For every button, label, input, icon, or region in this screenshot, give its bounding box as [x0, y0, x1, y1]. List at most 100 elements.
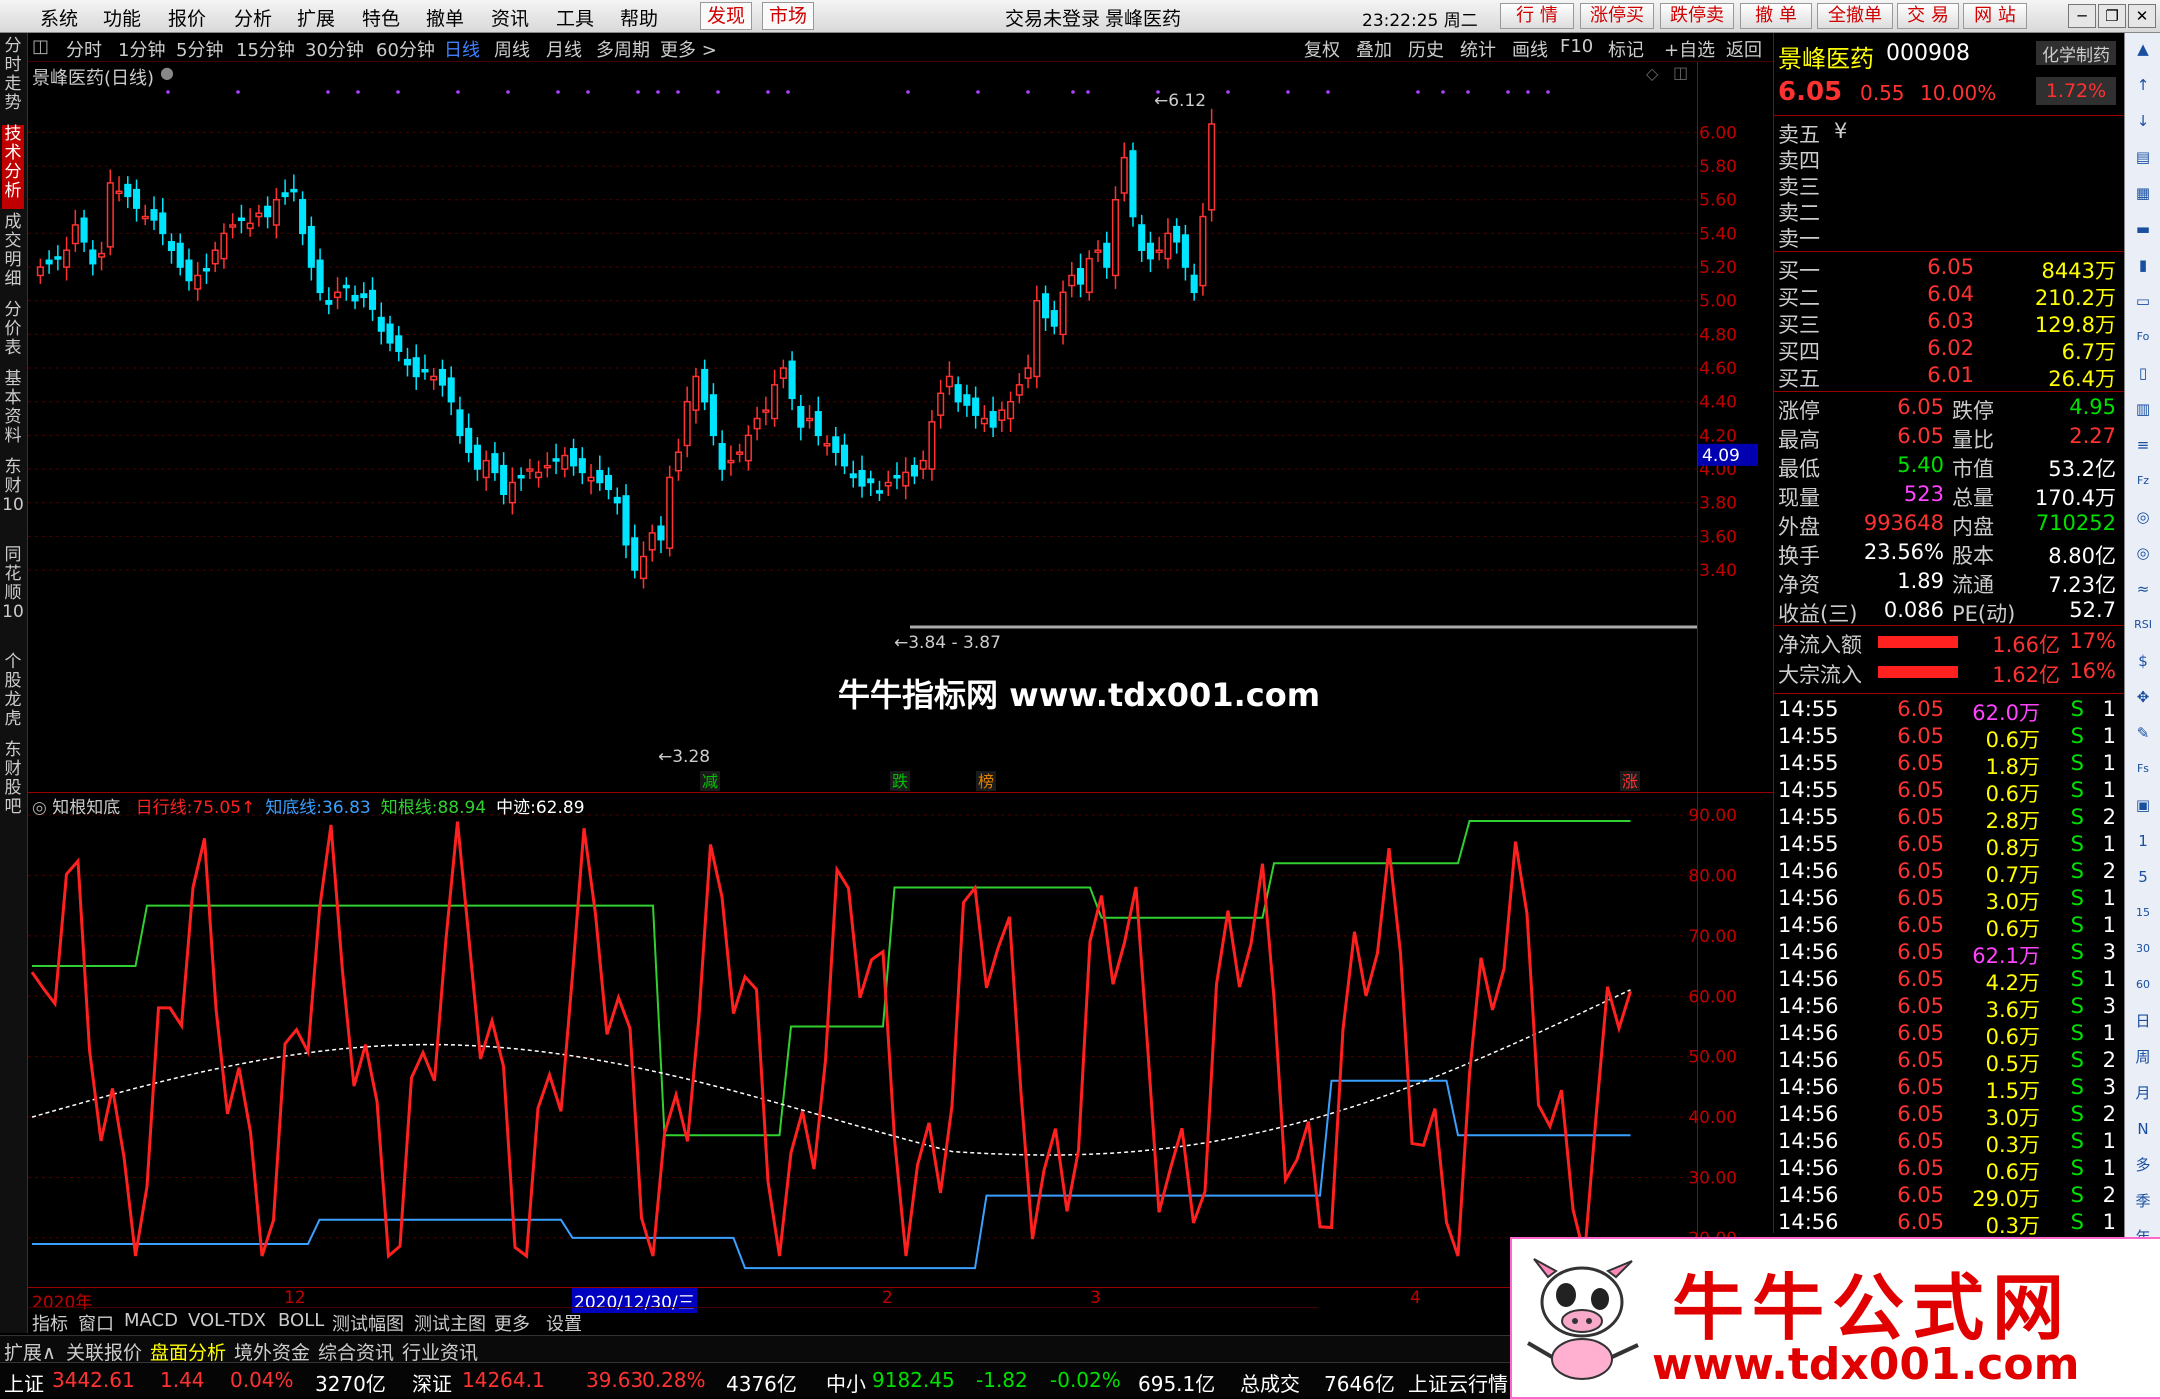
side-tool-icon[interactable]: Fo: [2131, 325, 2155, 349]
bid-row[interactable]: 买四 6.02 6.7万: [1774, 336, 2124, 364]
side-tool-icon[interactable]: ≡: [2131, 433, 2155, 457]
close-icon[interactable]: ✕: [2128, 4, 2156, 28]
side-tool-icon[interactable]: ▬: [2131, 217, 2155, 241]
side-tool-icon[interactable]: ↓: [2131, 109, 2155, 133]
side-tool-icon[interactable]: 周: [2131, 1045, 2155, 1069]
extension-tab[interactable]: 扩展∧: [4, 1338, 56, 1365]
menu-item[interactable]: 分析: [234, 4, 272, 31]
period-tab[interactable]: 1分钟: [118, 36, 165, 62]
chart-tool-button[interactable]: 历史: [1408, 36, 1444, 62]
chart-tool-button[interactable]: F10: [1560, 36, 1593, 57]
menu-item[interactable]: 特色: [362, 4, 400, 31]
chart-tool-button[interactable]: 统计: [1460, 36, 1496, 62]
side-tool-icon[interactable]: ▦: [2131, 181, 2155, 205]
side-tool-icon[interactable]: ▥: [2131, 397, 2155, 421]
ask-row[interactable]: 卖二: [1774, 197, 2124, 225]
bid-row[interactable]: 买五 6.01 26.4万: [1774, 363, 2124, 391]
side-tool-icon[interactable]: 5: [2131, 865, 2155, 889]
indicator-tab[interactable]: 窗口: [78, 1310, 114, 1336]
side-tool-icon[interactable]: ▯: [2131, 361, 2155, 385]
period-tab[interactable]: 30分钟: [305, 36, 364, 62]
left-tab[interactable]: 成交明细: [2, 213, 24, 297]
ask-row[interactable]: 卖三: [1774, 171, 2124, 199]
period-tab[interactable]: 60分钟: [376, 36, 435, 62]
period-tab[interactable]: 月线: [546, 36, 582, 62]
period-tab[interactable]: 15分钟: [236, 36, 295, 62]
period-tab[interactable]: 分时: [66, 36, 102, 62]
bid-row[interactable]: 买二 6.04 210.2万: [1774, 282, 2124, 310]
period-tab[interactable]: 多周期: [596, 36, 650, 62]
period-tab[interactable]: 周线: [494, 36, 530, 62]
indicator-tab[interactable]: 测试主图: [414, 1310, 486, 1336]
side-tool-icon[interactable]: ≈: [2131, 577, 2155, 601]
extension-tab[interactable]: 综合资讯: [318, 1338, 394, 1365]
trade-button[interactable]: 网 站: [1963, 3, 2027, 29]
trade-button[interactable]: 交 易: [1897, 3, 1959, 29]
left-tab[interactable]: 东财股吧: [2, 741, 24, 825]
ad-url[interactable]: www.tdx001.com: [1652, 1339, 2079, 1390]
bid-row[interactable]: 买一 6.05 8443万: [1774, 255, 2124, 283]
side-tool-icon[interactable]: ▤: [2131, 145, 2155, 169]
indicator-tab[interactable]: 设置: [546, 1310, 582, 1336]
menu-item[interactable]: 资讯: [491, 4, 529, 31]
side-tool-icon[interactable]: Fs: [2131, 757, 2155, 781]
left-tab[interactable]: 同花顺10: [2, 546, 24, 649]
indicator-tab[interactable]: 指标: [32, 1310, 68, 1336]
trade-button[interactable]: 行 情: [1500, 3, 1574, 29]
menu-item[interactable]: 报价: [168, 4, 206, 31]
sz-label[interactable]: 深证: [412, 1368, 452, 1397]
left-tab[interactable]: 个股龙虎: [2, 653, 24, 737]
ask-row[interactable]: 卖五 ¥: [1774, 119, 2124, 147]
side-tool-icon[interactable]: N: [2131, 1117, 2155, 1141]
left-tab[interactable]: 基本资料: [2, 370, 24, 454]
side-tool-icon[interactable]: ✥: [2131, 685, 2155, 709]
chart-tool-button[interactable]: 标记: [1608, 36, 1644, 62]
menu-item[interactable]: 撤单: [426, 4, 464, 31]
indicator-tab[interactable]: 更多: [494, 1310, 530, 1336]
left-tab[interactable]: 分价表: [2, 301, 24, 366]
trade-button[interactable]: 全撤单: [1817, 3, 1893, 29]
extension-tab[interactable]: 境外资金: [234, 1338, 310, 1365]
period-tab[interactable]: 日线: [444, 36, 480, 62]
side-tool-icon[interactable]: ▣: [2131, 793, 2155, 817]
side-tool-icon[interactable]: ◎: [2131, 505, 2155, 529]
side-tool-icon[interactable]: 30: [2131, 937, 2155, 961]
left-tab[interactable]: 东财10: [2, 458, 24, 542]
menu-hot-item[interactable]: 市场: [762, 2, 815, 30]
side-tool-icon[interactable]: 日: [2131, 1009, 2155, 1033]
cloud-quote[interactable]: 上证云行情: [1408, 1368, 1508, 1397]
trade-button[interactable]: 涨停买: [1580, 3, 1654, 29]
menu-item[interactable]: 帮助: [620, 4, 658, 31]
extension-tab[interactable]: 盘面分析: [150, 1338, 226, 1365]
side-tool-icon[interactable]: 15: [2131, 901, 2155, 925]
side-tool-icon[interactable]: ✎: [2131, 721, 2155, 745]
side-tool-icon[interactable]: ▲: [2131, 37, 2155, 61]
side-tool-icon[interactable]: 60: [2131, 973, 2155, 997]
side-tool-icon[interactable]: 月: [2131, 1081, 2155, 1105]
indicator-panel[interactable]: ◎ 知根知底 日行线:75.05↑ 知底线:36.83 知根线:88.94 中迹:62…: [28, 793, 1773, 1288]
menu-item[interactable]: 系统: [40, 4, 78, 31]
industry-tag[interactable]: 化学制药: [2036, 41, 2116, 66]
trade-button[interactable]: 跌停卖: [1660, 3, 1734, 29]
restore-icon[interactable]: ❐: [2098, 4, 2126, 28]
chart-tool-button[interactable]: 叠加: [1356, 36, 1392, 62]
chart-tool-button[interactable]: +自选: [1664, 36, 1715, 62]
chart-tool-button[interactable]: 返回: [1726, 36, 1762, 62]
side-tool-icon[interactable]: Fz: [2131, 469, 2155, 493]
side-tool-icon[interactable]: 1: [2131, 829, 2155, 853]
menu-item[interactable]: 扩展: [297, 4, 335, 31]
side-tool-icon[interactable]: 季: [2131, 1189, 2155, 1213]
chart-tool-button[interactable]: 复权: [1304, 36, 1340, 62]
left-tab[interactable]: 分时走势: [2, 37, 24, 121]
extension-tab[interactable]: 关联报价: [66, 1338, 142, 1365]
period-tab[interactable]: 5分钟: [176, 36, 223, 62]
main-chart-area[interactable]: 景峰医药(日线) ● ◇ ◫ 6.00 5.80 5.60 5.40 5.20 5.00 4…: [28, 62, 1773, 792]
sh-label[interactable]: 上证: [4, 1368, 44, 1397]
zx-label[interactable]: 中小: [826, 1368, 866, 1397]
bid-row[interactable]: 买三 6.03 129.8万: [1774, 309, 2124, 337]
indicator-tab[interactable]: 测试幅图: [332, 1310, 404, 1336]
chart-tool-button[interactable]: 画线: [1512, 36, 1548, 62]
trade-button[interactable]: 撤 单: [1740, 3, 1812, 29]
menu-item[interactable]: 工具: [556, 4, 594, 31]
side-tool-icon[interactable]: ▮: [2131, 253, 2155, 277]
